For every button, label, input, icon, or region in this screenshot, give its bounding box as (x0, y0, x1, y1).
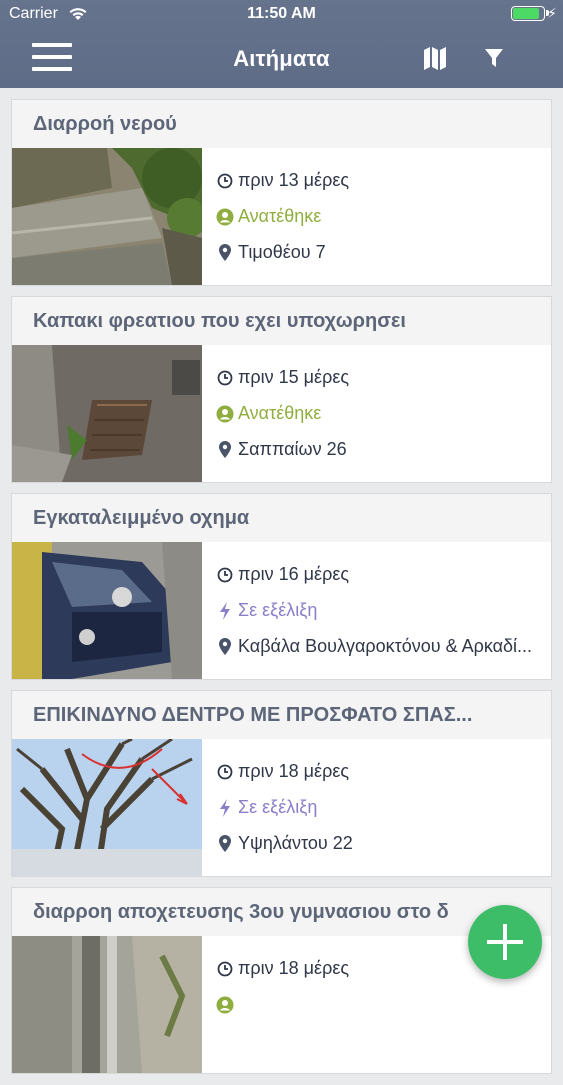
user-icon (216, 405, 234, 423)
location-pin-icon (219, 638, 231, 656)
location-pin-icon (219, 835, 231, 853)
battery-icon (511, 6, 549, 21)
request-title: Καπακι φρεατιου που εχει υποχωρησει (12, 297, 551, 345)
request-address: Τιμοθέου 7 (238, 242, 326, 262)
request-time: πριν 18 μέρες (238, 958, 350, 978)
request-photo (12, 345, 202, 482)
request-time: πριν 15 μέρες (238, 367, 350, 387)
request-time: πριν 13 μέρες (238, 170, 350, 190)
bolt-icon (220, 799, 230, 818)
request-time: πριν 18 μέρες (238, 761, 350, 781)
request-status: Σε εξέλιξη (238, 600, 318, 620)
request-status: Ανατέθηκε (238, 206, 322, 226)
clock-icon (217, 370, 233, 386)
request-status: Σε εξέλιξη (238, 797, 318, 817)
request-address: Καβάλα Βουλγαροκτόνου & Αρκαδί... (238, 636, 533, 656)
request-status: Ανατέθηκε (238, 403, 322, 423)
location-pin-icon (219, 441, 231, 459)
top-bar: Carrier 11:50 AM ⚡ Αιτήματα (0, 0, 563, 88)
request-time: πριν 16 μέρες (238, 564, 350, 584)
location-pin-icon (219, 244, 231, 262)
request-title: Διαρροή νερού (12, 100, 551, 148)
request-card[interactable]: ΕΠΙΚΙΝΔΥΝΟ ΔΕΝΤΡΟ ΜΕ ΠΡΟΣΦΑΤΟ ΣΠΑΣ... πρ… (12, 691, 551, 876)
charging-icon: ⚡ (547, 5, 557, 21)
bolt-icon (220, 602, 230, 621)
map-icon[interactable] (422, 45, 448, 71)
user-icon (216, 208, 234, 226)
clock-icon (217, 567, 233, 583)
user-icon (216, 996, 234, 1014)
request-card[interactable]: Καπακι φρεατιου που εχει υποχωρησει πριν… (12, 297, 551, 482)
request-photo (12, 148, 202, 285)
clock-icon (217, 961, 233, 977)
request-photo (12, 936, 202, 1073)
request-card[interactable]: διαρροη αποχετευσης 3ου γυμνασιου στο δ … (12, 888, 551, 1073)
request-title: ΕΠΙΚΙΝΔΥΝΟ ΔΕΝΤΡΟ ΜΕ ΠΡΟΣΦΑΤΟ ΣΠΑΣ... (12, 691, 551, 739)
request-card[interactable]: Διαρροή νερού πριν 13 μέρες Ανατέθηκε Τι… (12, 100, 551, 285)
clock-icon (217, 173, 233, 189)
request-address: Σαππαίων 26 (238, 439, 347, 459)
add-request-button[interactable] (468, 905, 542, 979)
clock-icon (217, 764, 233, 780)
request-card[interactable]: Εγκαταλειμμένο οχημα πριν 16 μέρες Σε εξ… (12, 494, 551, 679)
request-address: Υψηλάντου 22 (238, 833, 353, 853)
request-photo (12, 542, 202, 679)
navigation-bar: Αιτήματα (0, 30, 563, 88)
request-photo (12, 739, 202, 876)
status-bar: Carrier 11:50 AM ⚡ (0, 0, 563, 30)
status-time: 11:50 AM (247, 5, 316, 22)
filter-icon[interactable] (484, 47, 504, 69)
page-title: Αιτήματα (233, 46, 330, 71)
request-title: Εγκαταλειμμένο οχημα (12, 494, 551, 542)
